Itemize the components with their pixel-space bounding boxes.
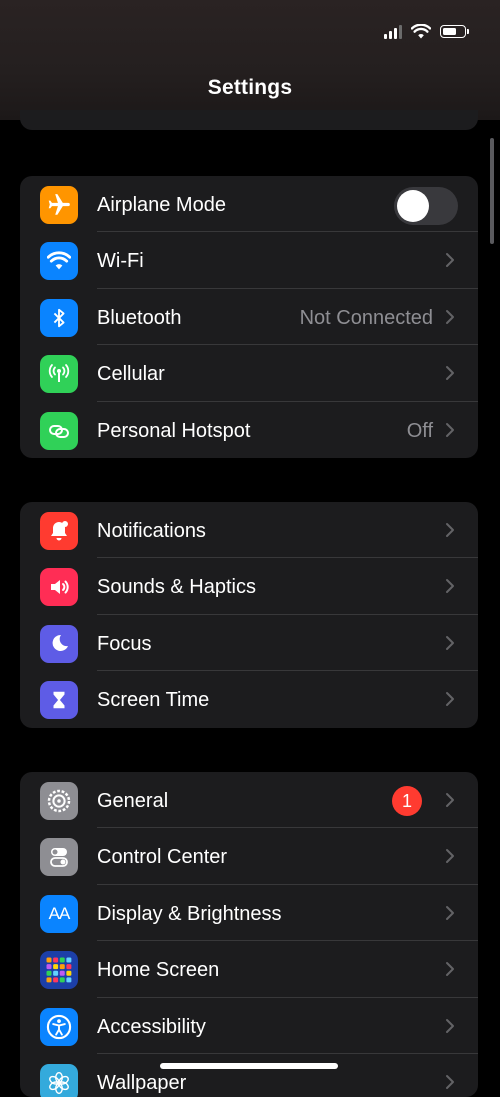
app-grid-icon [40, 951, 78, 990]
settings-row-notifications[interactable]: Notifications [20, 502, 478, 559]
speaker-icon [40, 568, 78, 607]
battery-icon [440, 25, 469, 38]
row-value: Not Connected [299, 306, 433, 329]
airplane-icon [40, 186, 78, 224]
wifi-icon [411, 24, 431, 39]
moon-icon [40, 624, 78, 663]
settings-row-screen-time[interactable]: Screen Time [20, 671, 478, 727]
chevron-right-icon [446, 849, 454, 864]
row-label: Bluetooth [97, 306, 182, 329]
settings-row-airplane-mode[interactable]: Airplane Mode [20, 176, 478, 233]
settings-row-sounds-and-haptics[interactable]: Sounds & Haptics [20, 558, 478, 615]
cellular-antenna-icon [40, 355, 78, 394]
previous-section-edge [20, 110, 478, 130]
hourglass-icon [40, 681, 78, 720]
row-value: Off [406, 419, 433, 442]
chevron-right-icon [446, 1074, 454, 1089]
chevron-right-icon [446, 422, 454, 437]
navigation-header: Settings [0, 0, 500, 120]
cellular-signal-icon [384, 24, 402, 39]
text-size-icon: AA [40, 894, 78, 933]
row-label: Display & Brightness [97, 902, 282, 925]
switches-icon [40, 838, 78, 877]
hotspot-icon [40, 411, 78, 450]
chevron-right-icon [446, 905, 454, 920]
chevron-right-icon [446, 793, 454, 807]
chevron-right-icon [446, 523, 454, 537]
page-title: Settings [207, 76, 293, 99]
notification-badge: 1 [392, 786, 422, 816]
settings-row-home-screen[interactable]: Home Screen [20, 941, 478, 998]
icon-text: AA [48, 903, 71, 923]
chevron-right-icon [446, 253, 454, 268]
settings-row-wallpaper[interactable]: Wallpaper [20, 1054, 478, 1097]
row-label: Cellular [97, 363, 165, 386]
settings-row-control-center[interactable]: Control Center [20, 828, 478, 885]
row-label: Notifications [97, 520, 206, 542]
bluetooth-icon [40, 298, 78, 337]
settings-row-wi-fi[interactable]: Wi-Fi [20, 232, 478, 289]
chevron-right-icon [446, 579, 454, 594]
row-label: Personal Hotspot [97, 419, 251, 442]
chevron-right-icon [446, 962, 454, 977]
settings-row-focus[interactable]: Focus [20, 615, 478, 672]
row-label: General [97, 790, 169, 812]
settings-row-display-and-brightness[interactable]: AA Display & Brightness [20, 885, 478, 942]
row-label: Home Screen [97, 959, 220, 982]
wifi-icon [40, 242, 78, 281]
flower-icon [40, 1063, 78, 1097]
toggle-knob [397, 190, 429, 222]
chevron-right-icon [446, 366, 454, 381]
row-label: Airplane Mode [97, 194, 226, 216]
accessibility-icon [40, 1007, 78, 1046]
settings-row-general[interactable]: General 1 [20, 772, 478, 829]
bell-icon [40, 512, 78, 550]
settings-row-personal-hotspot[interactable]: Personal Hotspot Off [20, 402, 478, 458]
row-label: Screen Time [97, 689, 210, 712]
row-label: Sounds & Haptics [97, 576, 256, 599]
row-label: Control Center [97, 846, 228, 869]
general-group: General 1 Control Center AA Display & Bright… [20, 772, 478, 1097]
settings-row-accessibility[interactable]: Accessibility [20, 998, 478, 1054]
scrollbar[interactable] [490, 138, 494, 244]
home-indicator[interactable] [160, 1063, 338, 1069]
chevron-right-icon [446, 1018, 454, 1033]
connectivity-group: Airplane Mode Wi-Fi Bluetooth Not Connected… [20, 176, 478, 458]
row-label: Focus [97, 632, 152, 655]
gear-icon [40, 782, 78, 820]
settings-row-cellular[interactable]: Cellular [20, 345, 478, 402]
notifications-group: Notifications Sounds & Haptics Focus Screen… [20, 502, 478, 728]
airplane-mode-toggle[interactable] [394, 187, 458, 225]
row-label: Wallpaper [97, 1071, 187, 1094]
row-label: Wi-Fi [97, 250, 144, 273]
status-bar [384, 24, 469, 39]
row-label: Accessibility [97, 1015, 206, 1038]
chevron-right-icon [446, 309, 454, 324]
chevron-right-icon [446, 635, 454, 650]
chevron-right-icon [446, 692, 454, 707]
settings-row-bluetooth[interactable]: Bluetooth Not Connected [20, 289, 478, 346]
